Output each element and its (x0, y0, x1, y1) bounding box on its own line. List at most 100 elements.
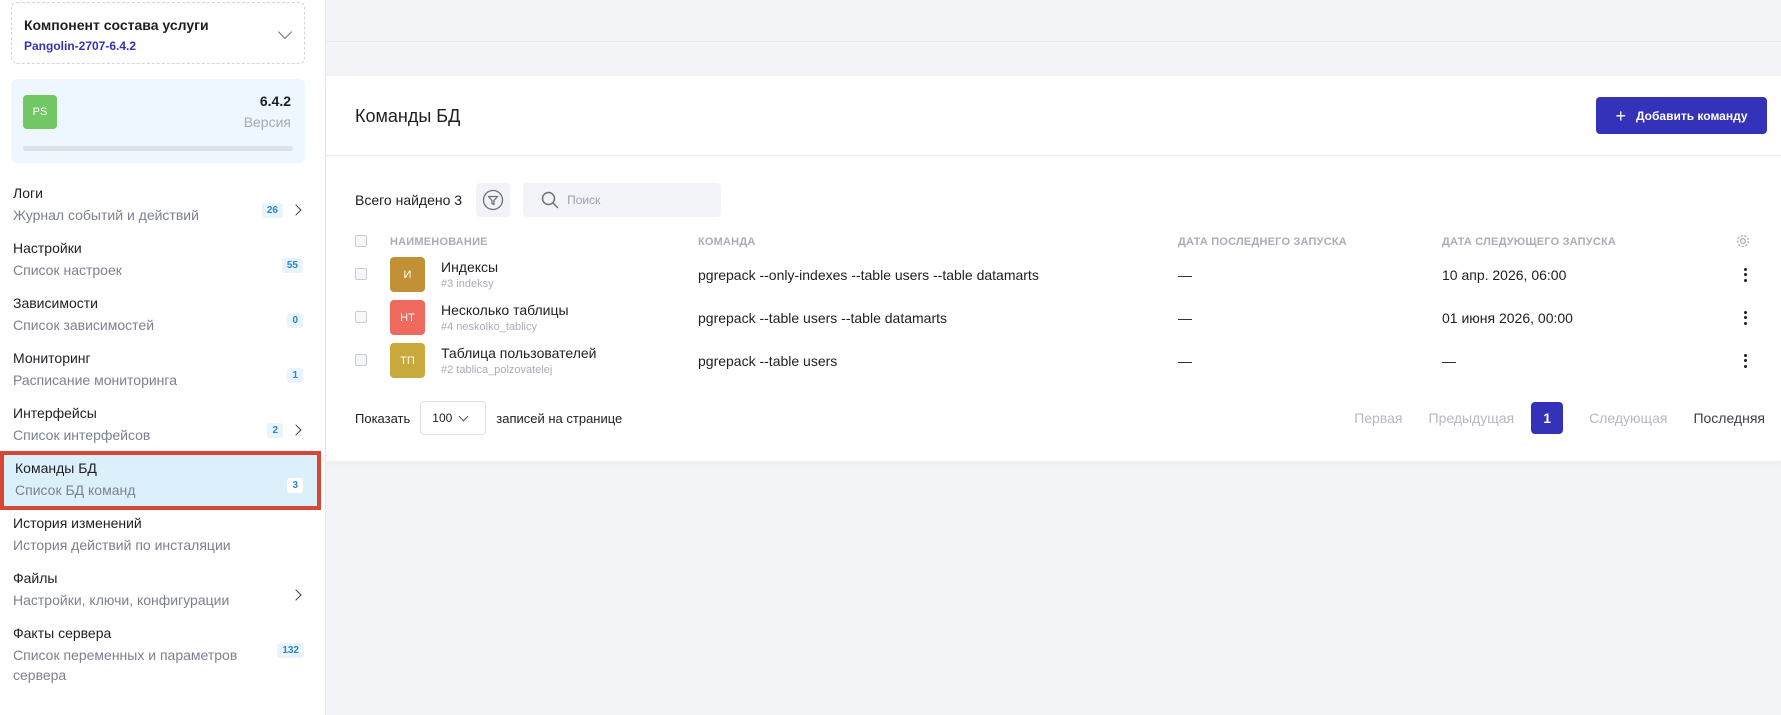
search-input[interactable] (567, 193, 708, 207)
pagination: Показать 100 записей на странице Первая … (355, 401, 1765, 435)
version-label: Версия (243, 114, 291, 130)
sidebar: Компонент состава услуги Pangolin-2707-6… (0, 0, 326, 715)
avatar: НТ (390, 300, 425, 335)
sidebar-nav: Логи Журнал событий и действий 26 Настро… (0, 178, 326, 696)
next-run-cell: 01 июня 2026, 00:00 (1442, 309, 1573, 326)
sidebar-item-desc: Список переменных и параметров сервера (13, 647, 238, 683)
version-card: PS 6.4.2 Версия (11, 79, 305, 163)
filter-button[interactable] (476, 183, 511, 217)
sidebar-item-files[interactable]: Файлы Настройки, ключи, конфигурации (0, 563, 326, 618)
sidebar-item-server-facts[interactable]: Факты сервера Список переменных и параме… (0, 618, 326, 696)
last-run-cell: — (1178, 266, 1192, 283)
column-command[interactable]: КОМАНДА (698, 231, 1178, 253)
top-bar (326, 0, 1781, 42)
search-icon (541, 191, 559, 209)
sidebar-item-settings[interactable]: Настройки Список настроек 55 (0, 233, 326, 288)
table-header-row: НАИМЕНОВАНИЕ КОМАНДА ДАТА ПОСЛЕДНЕГО ЗАП… (355, 231, 1765, 253)
per-page-value: 100 (432, 411, 453, 425)
avatar: И (390, 257, 425, 292)
command-cell: pgrepack --table users (698, 352, 838, 369)
last-run-cell: — (1178, 352, 1192, 369)
component-selector[interactable]: Компонент состава услуги Pangolin-2707-6… (11, 2, 305, 64)
column-next-run[interactable]: ДАТА СЛЕДУЮЩЕГО ЗАПУСКА (1442, 231, 1735, 253)
content-panel: Команды БД + Добавить команду Всего найд… (326, 76, 1781, 461)
command-cell: pgrepack --only-indexes --table users --… (698, 266, 1039, 283)
gear-icon[interactable] (1735, 233, 1751, 249)
table-toolbar: Всего найдено 3 (355, 183, 722, 217)
version-number: 6.4.2 (259, 93, 291, 109)
column-settings (1735, 231, 1765, 253)
sidebar-item-dependencies[interactable]: Зависимости Список зависимостей 0 (0, 288, 326, 343)
per-page-suffix: записей на странице (496, 410, 623, 426)
commands-table: НАИМЕНОВАНИЕ КОМАНДА ДАТА ПОСЛЕДНЕГО ЗАП… (355, 231, 1765, 382)
sidebar-item-desc: Список БД команд (15, 482, 136, 498)
kebab-menu-icon[interactable] (1735, 267, 1755, 282)
table-row[interactable]: НТ Несколько таблицы #4 neskolko_tablicy… (355, 296, 1765, 339)
next-page-link[interactable]: Следующая (1589, 410, 1667, 426)
version-progress-bar (23, 146, 293, 151)
sidebar-item-label: Зависимости (13, 295, 98, 311)
count-badge: 2 (267, 423, 283, 438)
avatar: ТП (390, 343, 425, 378)
prev-page-link[interactable]: Предыдущая (1429, 410, 1515, 426)
sidebar-item-history[interactable]: История изменений История действий по ин… (0, 508, 326, 563)
name-cell: НТ Несколько таблицы #4 neskolko_tablicy (390, 296, 698, 339)
row-checkbox[interactable] (355, 353, 367, 366)
row-checkbox[interactable] (355, 267, 367, 280)
add-command-button[interactable]: + Добавить команду (1596, 97, 1767, 134)
next-run-cell: — (1442, 352, 1456, 369)
sidebar-item-desc: Настройки, ключи, конфигурации (13, 592, 230, 608)
main-area: Команды БД + Добавить команду Всего найд… (326, 0, 1781, 715)
chevron-down-icon (458, 411, 469, 421)
first-page-link[interactable]: Первая (1354, 410, 1402, 426)
name-cell: И Индексы #3 indeksy (390, 253, 698, 296)
column-name[interactable]: НАИМЕНОВАНИЕ (390, 231, 698, 253)
command-name[interactable]: Индексы (441, 259, 498, 275)
count-badge: 55 (281, 258, 303, 273)
column-last-run[interactable]: ДАТА ПОСЛЕДНЕГО ЗАПУСКА (1178, 231, 1442, 253)
name-cell: ТП Таблица пользователей #2 tablica_polz… (390, 339, 698, 382)
per-page-select[interactable]: 100 (420, 401, 487, 435)
row-actions-cell (1735, 296, 1765, 339)
chevron-right-icon (290, 424, 302, 436)
command-name[interactable]: Таблица пользователей (441, 345, 596, 361)
sidebar-item-label: Настройки (13, 240, 82, 256)
sidebar-item-label: Команды БД (15, 460, 97, 476)
sidebar-item-label: Интерфейсы (13, 405, 97, 421)
count-badge: 0 (287, 313, 303, 328)
panel-header: Команды БД + Добавить команду (326, 76, 1781, 156)
sidebar-item-logs[interactable]: Логи Журнал событий и действий 26 (0, 178, 326, 233)
sidebar-item-label: Факты сервера (13, 625, 112, 641)
avatar: PS (23, 95, 57, 129)
last-page-link[interactable]: Последняя (1693, 410, 1765, 426)
component-title: Компонент состава услуги (24, 17, 209, 33)
sidebar-item-desc: Расписание мониторинга (13, 372, 178, 388)
count-badge: 3 (287, 478, 303, 493)
command-name[interactable]: Несколько таблицы (441, 302, 569, 318)
select-all-cell (355, 231, 390, 253)
component-subtitle: Pangolin-2707-6.4.2 (24, 39, 137, 53)
last-run-cell: — (1178, 309, 1192, 326)
show-label: Показать (355, 410, 411, 426)
chevron-right-icon (290, 204, 302, 216)
search-box[interactable] (523, 183, 722, 217)
sidebar-item-monitoring[interactable]: Мониторинг Расписание мониторинга 1 (0, 343, 326, 398)
kebab-menu-icon[interactable] (1735, 353, 1755, 368)
plus-icon: + (1615, 105, 1626, 126)
sidebar-item-interfaces[interactable]: Интерфейсы Список интерфейсов 2 (0, 398, 326, 453)
command-slug: #2 tablica_polzovatelej (441, 364, 553, 376)
sidebar-item-db-commands[interactable]: Команды БД Список БД команд 3 (0, 451, 321, 510)
row-actions-cell (1735, 339, 1765, 382)
table-row[interactable]: ТП Таблица пользователей #2 tablica_polz… (355, 339, 1765, 382)
row-checkbox[interactable] (355, 310, 367, 323)
found-count: Всего найдено 3 (355, 192, 463, 208)
chevron-right-icon (290, 589, 302, 601)
page-title: Команды БД (355, 106, 461, 126)
select-all-checkbox[interactable] (355, 234, 367, 247)
sidebar-item-label: Мониторинг (13, 350, 91, 366)
sidebar-item-label: Файлы (13, 570, 58, 586)
kebab-menu-icon[interactable] (1735, 310, 1755, 325)
table-row[interactable]: И Индексы #3 indeksy pgrepack --only-ind… (355, 253, 1765, 296)
row-select-cell (355, 339, 390, 382)
current-page[interactable]: 1 (1531, 402, 1564, 434)
